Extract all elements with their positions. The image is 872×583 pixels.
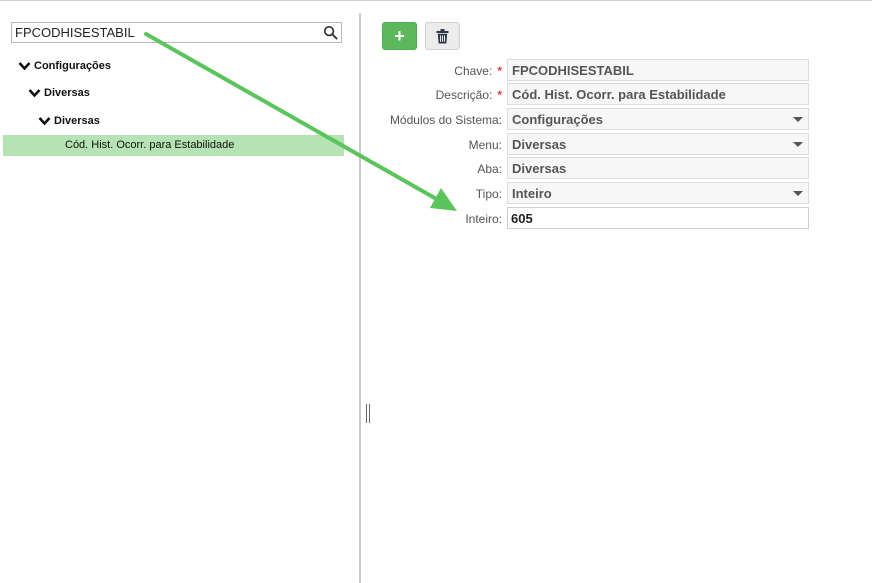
caret-down-icon[interactable] — [793, 191, 803, 196]
inteiro-label: Inteiro: — [465, 212, 502, 226]
trash-icon — [436, 28, 449, 43]
search-box[interactable] — [11, 22, 342, 43]
splitter-grip-icon[interactable] — [366, 404, 371, 423]
search-icon[interactable] — [323, 25, 338, 40]
delete-button[interactable] — [425, 22, 460, 50]
chave-label: Chave: * — [454, 64, 502, 78]
tree-node-configuracoes[interactable]: Configurações — [18, 60, 111, 72]
required-marker: * — [497, 64, 502, 78]
tree-item-label: Cód. Hist. Ocorr. para Estabilidade — [65, 139, 235, 151]
tree-node-diversas[interactable]: Diversas — [28, 87, 90, 99]
inteiro-field[interactable] — [507, 207, 809, 229]
aba-value: Diversas — [512, 161, 567, 176]
caret-down-icon[interactable] — [793, 142, 803, 147]
tipo-label: Tipo: — [475, 187, 502, 201]
chave-field: FPCODHISESTABIL — [507, 59, 809, 81]
tipo-select[interactable]: Inteiro — [507, 182, 809, 204]
tree-node-label: Diversas — [54, 115, 100, 127]
menu-value: Diversas — [512, 137, 567, 152]
search-input[interactable] — [15, 24, 315, 41]
required-marker: * — [497, 88, 502, 102]
caret-down-icon[interactable] — [793, 117, 803, 122]
top-border — [0, 0, 872, 1]
menu-label: Menu: — [468, 138, 502, 152]
tipo-value: Inteiro — [512, 186, 552, 201]
tree-node-label: Configurações — [34, 60, 112, 72]
plus-icon: + — [394, 26, 405, 46]
modulos-select[interactable]: Configurações — [507, 108, 809, 130]
chevron-down-icon[interactable] — [18, 61, 31, 71]
inteiro-input[interactable] — [511, 210, 801, 226]
add-button[interactable]: + — [382, 22, 417, 50]
tree-node-diversas-sub[interactable]: Diversas — [38, 115, 100, 127]
tree-item-selected[interactable]: Cód. Hist. Ocorr. para Estabilidade — [3, 135, 344, 156]
chevron-down-icon[interactable] — [38, 116, 51, 126]
descricao-field: Cód. Hist. Ocorr. para Estabilidade — [507, 83, 809, 105]
tree-node-label: Diversas — [44, 87, 90, 99]
chevron-down-icon[interactable] — [28, 88, 41, 98]
descricao-value: Cód. Hist. Ocorr. para Estabilidade — [512, 87, 726, 102]
aba-field: Diversas — [507, 157, 809, 179]
descricao-label: Descrição: * — [435, 88, 502, 102]
modulos-value: Configurações — [512, 112, 604, 127]
chave-value: FPCODHISESTABIL — [512, 63, 634, 78]
menu-select[interactable]: Diversas — [507, 133, 809, 155]
modulos-label: Módulos do Sistema: — [389, 113, 502, 127]
aba-label: Aba: — [477, 162, 502, 176]
